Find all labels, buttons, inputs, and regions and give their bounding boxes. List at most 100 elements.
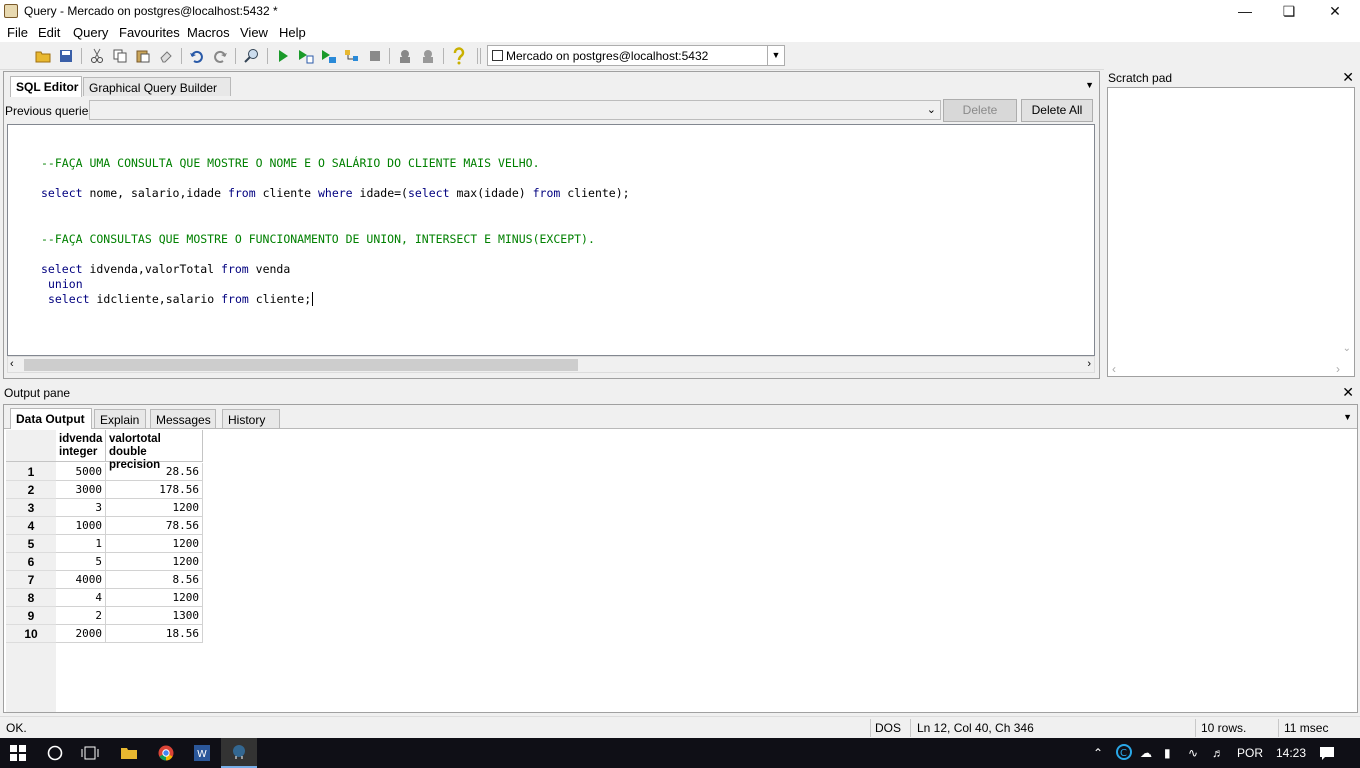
execute-to-file-icon[interactable] [297, 47, 315, 65]
table-cell-valortotal[interactable]: 178.56 [106, 481, 203, 499]
column-header-valortotal[interactable]: valortotal double precision [106, 430, 203, 471]
scroll-left-arrow-icon[interactable]: ‹ [1112, 362, 1116, 376]
table-cell-valortotal[interactable]: 1200 [106, 589, 203, 607]
table-cell-idvenda[interactable]: 4 [56, 589, 106, 607]
chevron-down-icon[interactable]: ⌄ [927, 103, 936, 116]
row-number[interactable]: 7 [6, 571, 56, 589]
open-file-icon[interactable] [34, 47, 52, 65]
scroll-down-arrow-icon[interactable]: ⌄ [1343, 343, 1351, 354]
row-number[interactable]: 1 [6, 463, 56, 481]
connection-select[interactable]: Mercado on postgres@localhost:5432 ▼ [487, 45, 785, 66]
tab-history[interactable]: History [222, 409, 280, 428]
cancel-query-icon[interactable] [366, 47, 384, 65]
row-number[interactable]: 8 [6, 589, 56, 607]
row-number[interactable]: 2 [6, 481, 56, 499]
delete-all-queries-button[interactable]: Delete All [1021, 99, 1093, 122]
explain-query-icon[interactable] [320, 47, 338, 65]
table-cell-valortotal[interactable]: 1300 [106, 607, 203, 625]
menu-edit[interactable]: Edit [38, 25, 60, 40]
row-number[interactable]: 10 [6, 625, 56, 643]
menu-help[interactable]: Help [279, 25, 306, 40]
rollback-icon[interactable] [419, 47, 437, 65]
table-cell-idvenda[interactable]: 4000 [56, 571, 106, 589]
row-number[interactable]: 5 [6, 535, 56, 553]
table-cell-idvenda[interactable]: 2000 [56, 625, 106, 643]
row-number[interactable]: 4 [6, 517, 56, 535]
copy-icon[interactable] [111, 47, 129, 65]
table-cell-valortotal[interactable]: 28.56 [106, 463, 203, 481]
table-cell-idvenda[interactable]: 2 [56, 607, 106, 625]
row-number[interactable]: 9 [6, 607, 56, 625]
onedrive-icon[interactable]: ☁ [1140, 746, 1152, 760]
table-cell-idvenda[interactable]: 5 [56, 553, 106, 571]
table-cell-valortotal[interactable]: 8.56 [106, 571, 203, 589]
maximize-button[interactable]: ❏ [1266, 0, 1312, 22]
pgadmin-taskbar-icon[interactable] [221, 738, 257, 768]
notifications-icon[interactable] [1319, 746, 1335, 763]
close-output-pane-icon[interactable]: ✕ [1342, 384, 1354, 401]
connection-checkbox[interactable] [492, 50, 503, 61]
redo-icon[interactable] [211, 47, 229, 65]
search-circle-icon[interactable] [38, 738, 72, 768]
menu-macros[interactable]: Macros [187, 25, 230, 40]
table-cell-idvenda[interactable]: 3 [56, 499, 106, 517]
menu-file[interactable]: File [7, 25, 28, 40]
tab-data-output[interactable]: Data Output [10, 408, 92, 429]
commit-icon[interactable] [396, 47, 414, 65]
scroll-right-arrow-icon[interactable]: › [1336, 362, 1340, 376]
table-cell-idvenda[interactable]: 5000 [56, 463, 106, 481]
help-icon[interactable] [450, 47, 468, 65]
editor-horizontal-scrollbar[interactable]: ‹ › [7, 356, 1095, 373]
table-cell-idvenda[interactable]: 1000 [56, 517, 106, 535]
menu-favourites[interactable]: Favourites [119, 25, 180, 40]
scroll-left-arrow-icon[interactable]: ‹ [10, 358, 14, 370]
table-cell-valortotal[interactable]: 1200 [106, 499, 203, 517]
explain-analyze-icon[interactable] [343, 47, 361, 65]
tab-explain[interactable]: Explain [94, 409, 146, 428]
file-explorer-icon[interactable] [111, 738, 147, 768]
language-indicator[interactable]: POR [1237, 746, 1263, 760]
table-cell-idvenda[interactable]: 3000 [56, 481, 106, 499]
column-header-idvenda[interactable]: idvenda integer [56, 430, 106, 462]
task-view-icon[interactable] [73, 738, 107, 768]
wifi-icon[interactable]: ∿ [1188, 746, 1198, 760]
execute-query-icon[interactable] [274, 47, 292, 65]
power-icon[interactable]: ▮ [1164, 746, 1171, 760]
scratch-pad-textarea[interactable]: ⌄ ‹ › [1107, 87, 1355, 377]
tab-graphical-query-builder[interactable]: Graphical Query Builder [83, 77, 231, 96]
table-cell-valortotal[interactable]: 1200 [106, 535, 203, 553]
cut-icon[interactable] [88, 47, 106, 65]
table-cell-idvenda[interactable]: 1 [56, 535, 106, 553]
close-scratch-pad-icon[interactable]: ✕ [1342, 69, 1354, 86]
table-cell-valortotal[interactable]: 78.56 [106, 517, 203, 535]
tray-app-icon[interactable]: C [1116, 744, 1132, 763]
panel-menu-arrow-icon[interactable]: ▼ [1343, 412, 1352, 422]
word-icon[interactable]: W [184, 738, 220, 768]
find-icon[interactable] [243, 47, 261, 65]
table-cell-valortotal[interactable]: 18.56 [106, 625, 203, 643]
tab-messages[interactable]: Messages [150, 409, 216, 428]
row-number[interactable]: 3 [6, 499, 56, 517]
volume-icon[interactable]: ♬ [1212, 746, 1224, 760]
table-cell-valortotal[interactable]: 1200 [106, 553, 203, 571]
paste-icon[interactable] [134, 47, 152, 65]
row-number[interactable]: 6 [6, 553, 56, 571]
clock[interactable]: 14:23 [1276, 746, 1306, 760]
panel-menu-arrow-icon[interactable]: ▼ [1085, 80, 1094, 90]
tab-sql-editor[interactable]: SQL Editor [10, 76, 82, 97]
tray-expand-icon[interactable]: ⌃ [1093, 746, 1103, 760]
menu-query[interactable]: Query [73, 25, 108, 40]
minimize-button[interactable]: — [1222, 0, 1268, 22]
delete-query-button[interactable]: Delete [943, 99, 1017, 122]
chevron-down-icon[interactable]: ▼ [767, 46, 784, 65]
eraser-icon[interactable] [157, 47, 175, 65]
scrollbar-thumb[interactable] [24, 359, 578, 371]
close-window-button[interactable]: ✕ [1312, 0, 1358, 22]
menu-view[interactable]: View [240, 25, 268, 40]
previous-queries-select[interactable]: ⌄ [89, 100, 941, 120]
save-icon[interactable] [57, 47, 75, 65]
chrome-icon[interactable] [148, 738, 184, 768]
scroll-right-arrow-icon[interactable]: › [1087, 358, 1091, 370]
undo-icon[interactable] [188, 47, 206, 65]
sql-code-editor[interactable]: --FAÇA UMA CONSULTA QUE MOSTRE O NOME E … [7, 124, 1095, 356]
